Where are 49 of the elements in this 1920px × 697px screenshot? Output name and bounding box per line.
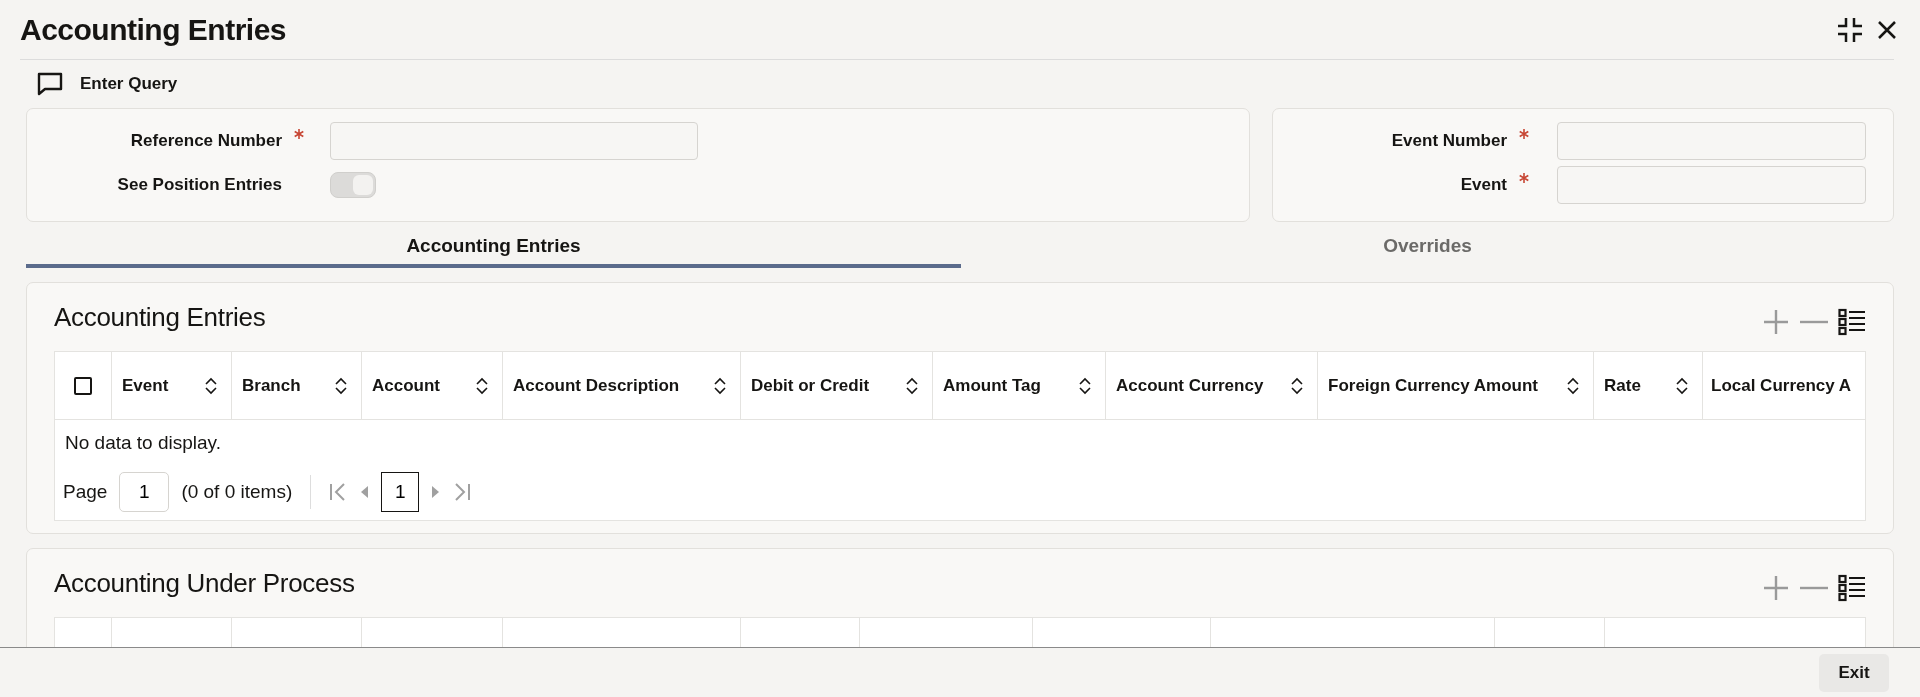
previous-page-icon[interactable]: [359, 485, 370, 499]
input-field[interactable]: [330, 122, 698, 160]
last-page-icon[interactable]: [453, 482, 472, 502]
sort-icon[interactable]: [1676, 376, 1688, 395]
sort-icon[interactable]: [906, 376, 918, 395]
item-count: (0 of 0 items): [181, 481, 293, 503]
list-icon[interactable]: [1838, 308, 1866, 336]
sort-icon[interactable]: [205, 376, 217, 395]
section-title: Accounting Under Process: [54, 567, 355, 599]
column-header[interactable]: Account Description: [513, 375, 680, 396]
exit-button[interactable]: Exit: [1819, 653, 1889, 692]
column-header[interactable]: Foreign Currency Amount: [1328, 375, 1538, 396]
checkbox[interactable]: [74, 376, 92, 395]
sort-icon[interactable]: [714, 376, 726, 395]
list-icon[interactable]: [1838, 574, 1866, 602]
page-label: Page: [63, 481, 108, 503]
column-header[interactable]: Local Currency A: [1711, 375, 1852, 396]
column-header[interactable]: Event: [122, 375, 169, 396]
input-field[interactable]: [1557, 122, 1866, 160]
sort-icon[interactable]: [476, 376, 488, 395]
column-header[interactable]: Branch: [242, 375, 301, 396]
enter-query-button[interactable]: Enter Query: [26, 71, 178, 97]
column-header[interactable]: Debit or Credit: [751, 375, 870, 396]
column-header[interactable]: Amount Tag: [943, 375, 1041, 396]
sort-icon[interactable]: [1291, 376, 1303, 395]
section-title: Accounting Entries: [54, 301, 266, 333]
field-label: Reference Number: [129, 131, 282, 151]
field-label: Event Number: [1390, 131, 1507, 151]
column-header[interactable]: Account: [372, 375, 440, 396]
close-icon[interactable]: [1876, 18, 1898, 41]
chat-bubble-icon: [36, 71, 64, 97]
column-header[interactable]: Account Currency: [1116, 375, 1264, 396]
empty-message: No data to display.: [64, 431, 222, 455]
page-field[interactable]: 1: [119, 472, 170, 512]
field-label: Event: [1459, 175, 1507, 195]
tab[interactable]: Accounting Entries: [26, 226, 961, 268]
page-title: Accounting Entries: [20, 12, 287, 47]
first-page-icon[interactable]: [329, 482, 348, 502]
add-icon[interactable]: [1762, 308, 1790, 336]
input-field[interactable]: [1557, 166, 1866, 204]
field-label: See Position Entries: [116, 175, 282, 195]
page-button[interactable]: 1: [381, 472, 420, 512]
column-header[interactable]: Rate: [1604, 375, 1641, 396]
add-icon[interactable]: [1762, 574, 1790, 602]
sort-icon[interactable]: [335, 376, 347, 395]
sort-icon[interactable]: [1567, 376, 1579, 395]
tab[interactable]: Overrides: [961, 226, 1894, 268]
sort-icon[interactable]: [1079, 376, 1091, 395]
collapse-icon[interactable]: [1836, 15, 1864, 44]
